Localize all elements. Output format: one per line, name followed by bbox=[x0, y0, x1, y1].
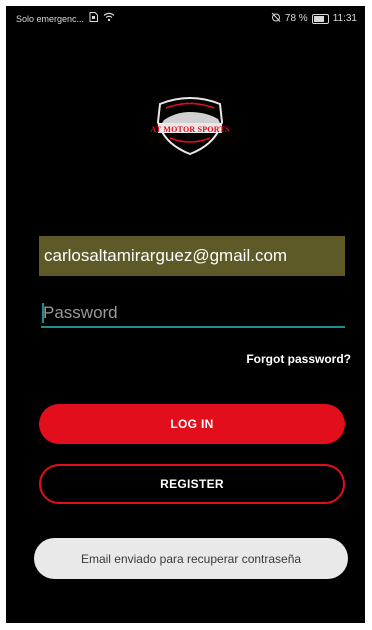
wifi-icon bbox=[103, 12, 115, 25]
password-field-container[interactable] bbox=[41, 300, 345, 328]
carrier-label: Solo emergenc... bbox=[16, 13, 85, 24]
clock: 11:31 bbox=[332, 13, 357, 24]
phone-screen: Solo emergenc... 78 % 11:31 AT MOTOR SPO… bbox=[6, 6, 365, 623]
sim-icon bbox=[89, 12, 99, 25]
battery-icon bbox=[311, 13, 329, 24]
battery-percent: 78 % bbox=[284, 13, 308, 24]
login-button[interactable]: LOG IN bbox=[39, 404, 345, 444]
text-cursor bbox=[42, 303, 44, 323]
logo-text: AT MOTOR SPORTS bbox=[150, 125, 230, 134]
brand-logo: AT MOTOR SPORTS bbox=[136, 94, 244, 158]
alarm-off-icon bbox=[271, 12, 281, 25]
forgot-password-link[interactable]: Forgot password? bbox=[246, 352, 351, 366]
register-button[interactable]: REGISTER bbox=[39, 464, 345, 504]
toast-message: Email enviado para recuperar contraseña bbox=[34, 538, 348, 579]
password-field[interactable] bbox=[41, 300, 345, 328]
status-bar: Solo emergenc... 78 % 11:31 bbox=[6, 6, 365, 28]
email-field[interactable]: carlosaltamirarguez@gmail.com bbox=[39, 236, 345, 276]
